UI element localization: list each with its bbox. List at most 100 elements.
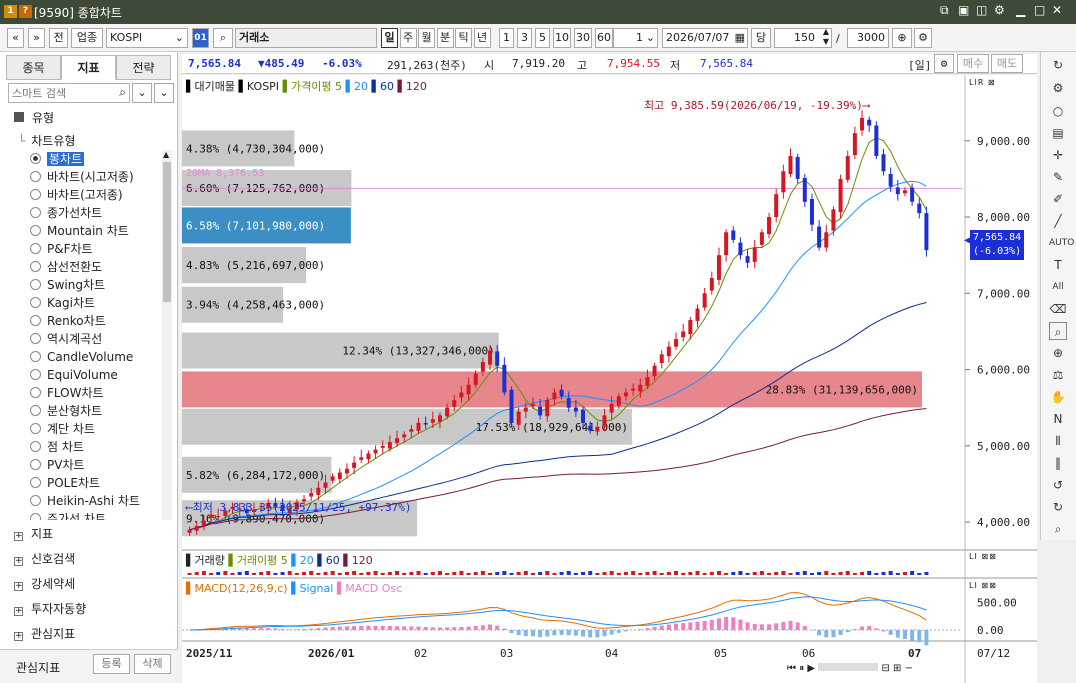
window-close-icon[interactable]: ✕ [1052,3,1062,17]
radio-icon[interactable] [30,243,41,254]
text-icon[interactable]: T [1049,256,1067,274]
window-capture-icon[interactable]: ◫ [976,3,987,17]
radio-icon[interactable] [30,369,41,380]
radio-icon[interactable] [30,459,41,470]
radio-icon[interactable] [30,387,41,398]
zoom-in-icon[interactable]: ⊞ [893,663,901,674]
radio-icon[interactable] [30,405,41,416]
chart-type-item[interactable]: PV차트 [30,456,85,474]
zoom-in-icon[interactable]: ⊕ [892,28,912,48]
scroll-prev-icon[interactable]: ⏸ [799,663,804,674]
interval-button[interactable]: 1 [499,28,514,48]
period-button[interactable]: 일 [381,28,398,48]
nav-next-button[interactable]: » [28,28,45,48]
interval-button[interactable]: 30 [574,28,592,48]
radio-icon[interactable] [30,441,41,452]
indicator-group[interactable]: + 관심지표 [14,623,75,645]
radio-icon[interactable] [30,423,41,434]
window-save-icon[interactable]: ▣ [958,3,969,17]
interval-button[interactable]: 60 [595,28,613,48]
period-button[interactable]: 주 [399,28,417,48]
scroll-next-icon[interactable]: ▶ [807,663,815,674]
zoom-icon[interactable]: ⊕ [1049,344,1067,362]
register-button[interactable]: 등록 [93,654,130,674]
radio-icon[interactable] [30,279,41,290]
radio-icon[interactable] [30,153,41,164]
hand-icon[interactable]: ✋ [1049,388,1067,406]
smart-search-box[interactable]: ⌕ [8,83,130,103]
unit-button[interactable]: 당 [751,28,771,48]
full-button[interactable]: 전 [49,28,68,48]
scroll-first-icon[interactable]: ⏮ [787,663,796,674]
radio-icon[interactable] [30,261,41,272]
window-maximize-icon[interactable]: □ [1034,3,1045,17]
section-type[interactable]: 유형 [14,109,54,126]
radio-icon[interactable] [30,513,41,520]
radio-icon[interactable] [30,225,41,236]
chart-type-item[interactable]: CandleVolume [30,348,133,366]
pane-controls-main[interactable]: LIR ⊠ [969,78,996,87]
chart-type-item[interactable]: FLOW차트 [30,384,104,402]
expand-icon[interactable]: + [14,532,23,541]
indicator-group[interactable]: + 지표 [14,523,53,545]
crosshair-icon[interactable]: ✛ [1049,146,1067,164]
chart-type-item[interactable]: 봉차트 [30,150,85,168]
scroll-up-icon[interactable]: ▲ [163,150,169,159]
chart-type-item[interactable]: Mountain 차트 [30,222,129,240]
radio-icon[interactable] [30,495,41,506]
pencil-icon[interactable]: ✎ [1049,168,1067,186]
count-stepper[interactable]: 150 ▲ ▼ [774,27,832,48]
calendar-icon[interactable]: ▦ [735,29,745,47]
magnifier-icon[interactable]: ⌕ [1049,322,1067,340]
eraser-icon[interactable]: ⌫ [1049,300,1067,318]
analysis-icon[interactable]: ⚖ [1049,366,1067,384]
zoom-out-icon[interactable]: ⊟ [881,663,889,674]
bar-chart-icon[interactable]: ▤ [1049,124,1067,142]
radio-icon[interactable] [30,333,41,344]
chart-type-item[interactable]: POLE차트 [30,474,100,492]
nav-prev-button[interactable]: « [7,28,24,48]
sector-button[interactable]: 업종 [71,28,103,48]
search-icon[interactable]: ⌕ [213,28,233,48]
radio-icon[interactable] [30,171,41,182]
left-tab[interactable]: 종목 [6,55,61,80]
expand-icon[interactable]: + [14,632,23,641]
indicator-group[interactable]: + 강세약세 [14,573,75,595]
chart-type-item[interactable]: Kagi차트 [30,294,95,312]
sell-button[interactable]: 매도 [991,54,1023,73]
settings-icon[interactable]: ⚙ [914,28,932,48]
expand-icon[interactable]: + [14,607,23,616]
indicator-group[interactable]: + 신호검색 [14,548,75,570]
interval-button[interactable]: 3 [517,28,532,48]
scroll-thumb[interactable] [163,162,171,302]
smart-search-input[interactable] [9,84,109,102]
interval-button[interactable]: 10 [553,28,571,48]
radio-icon[interactable] [30,189,41,200]
scroll-track[interactable] [818,663,879,671]
total-field[interactable]: 3000 [847,28,889,48]
delete-button[interactable]: 삭제 [134,654,171,674]
undo-icon[interactable]: ↺ [1049,476,1067,494]
chart-scroll-controls[interactable]: ⏮ ⏸ ▶ ⊟ ⊞ − [787,663,965,679]
circle-icon[interactable]: ○ [1049,102,1067,120]
radio-icon[interactable] [30,351,41,362]
stepper-arrows-icon[interactable]: ▲ ▼ [823,27,829,47]
collapse-button[interactable]: ⌄ [154,83,174,103]
chart-type-item[interactable]: Heikin-Ashi 차트 [30,492,140,510]
chart-type-item[interactable]: 주가선 차트 [30,510,106,520]
radio-icon[interactable] [30,477,41,488]
marker-icon[interactable]: ✐ [1049,190,1067,208]
pane-controls-macd[interactable]: LI ⊠⊠ [969,581,997,590]
bars-icon[interactable]: ‖ [1049,454,1067,472]
chart-type-item[interactable]: 삼선전환도 [30,258,102,276]
zigzag-icon[interactable]: Ν [1049,410,1067,428]
expand-icon[interactable]: + [14,557,23,566]
minus-icon[interactable]: − [905,663,913,674]
chart-type-item[interactable]: 역시계곡선 [30,330,102,348]
chart-type-item[interactable]: 바차트(시고저종) [30,168,134,186]
help-badge[interactable]: ? [19,5,32,18]
chart-type-item[interactable]: P&F차트 [30,240,93,258]
expand-icon[interactable]: + [14,582,23,591]
search-icon[interactable]: ⌕ [1049,520,1067,538]
period-button[interactable]: 년 [473,28,491,48]
